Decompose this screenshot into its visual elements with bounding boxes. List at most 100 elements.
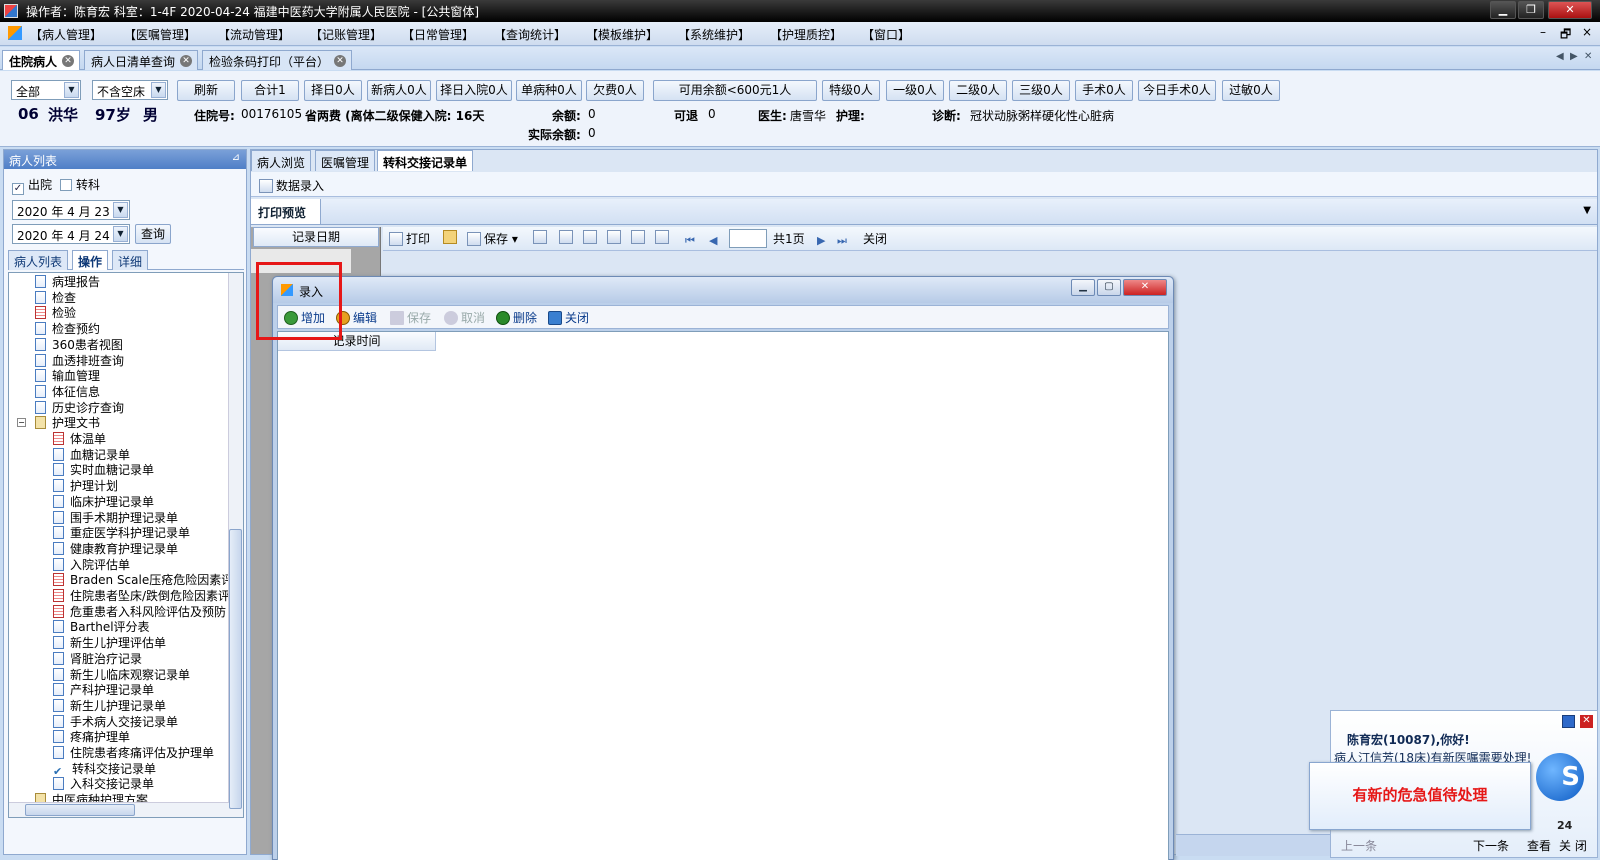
pin-icon[interactable]: ⊿ bbox=[232, 152, 240, 163]
tree-item[interactable]: 360患者视图 bbox=[35, 337, 123, 353]
chevron-down-icon[interactable]: ▼ bbox=[64, 82, 79, 98]
notification-close-icon[interactable]: ✕ bbox=[1580, 715, 1593, 728]
scope-select[interactable]: 全部 ▼ bbox=[11, 80, 81, 100]
notification-minimize-button[interactable] bbox=[1562, 715, 1575, 728]
page-setup-button[interactable] bbox=[655, 230, 672, 244]
mdi-close-button[interactable]: × bbox=[1582, 25, 1592, 39]
tree-item[interactable]: 疼痛护理单 bbox=[53, 730, 130, 745]
tree-item[interactable]: 手术病人交接记录单 bbox=[53, 714, 178, 730]
tab-barcode-print[interactable]: 检验条码打印（平台） ✕ bbox=[202, 50, 353, 70]
close-notification-button[interactable]: 关 闭 bbox=[1559, 837, 1587, 854]
today-surgery-button[interactable]: 今日手术0人 bbox=[1138, 80, 1216, 101]
page-number-input[interactable] bbox=[729, 229, 767, 248]
tree-item[interactable]: 新生儿临床观察记录单 bbox=[53, 667, 190, 683]
menu-billing-management[interactable]: 【记账管理】 bbox=[310, 26, 382, 43]
tree-item[interactable]: 护理计划 bbox=[53, 479, 118, 494]
dialog-close-action[interactable]: 关闭 bbox=[548, 309, 589, 326]
page-layout-button[interactable] bbox=[583, 230, 600, 244]
close-tab-icon[interactable]: ✕ bbox=[180, 55, 193, 67]
surgery-button[interactable]: 手术0人 bbox=[1075, 80, 1133, 101]
close-tab-icon[interactable]: ✕ bbox=[62, 55, 75, 67]
chevron-down-icon[interactable]: ▼ bbox=[113, 226, 128, 242]
tree-item[interactable]: 入院评估单 bbox=[53, 557, 130, 573]
scheduled-discharge-button[interactable]: 择日0人 bbox=[304, 80, 362, 101]
menu-query-statistics[interactable]: 【查询统计】 bbox=[494, 26, 566, 43]
restore-button[interactable]: ❐ bbox=[1518, 1, 1544, 19]
tree-item[interactable]: Braden Scale压疮危险因素评 bbox=[53, 573, 233, 588]
prev-message-button[interactable]: 上一条 bbox=[1341, 837, 1377, 854]
tree-item[interactable]: 体温单 bbox=[53, 432, 106, 447]
refresh-button[interactable]: 刷新 bbox=[177, 80, 235, 101]
tab-operations[interactable]: 操作 bbox=[72, 250, 109, 270]
date-to-picker[interactable]: 2020 年 4 月 24 日 ▼ bbox=[12, 224, 130, 244]
first-page-button[interactable]: ⏮ bbox=[685, 230, 698, 248]
tree-item[interactable]: 产科护理记录单 bbox=[53, 683, 154, 698]
menu-nursing-quality[interactable]: 【护理质控】 bbox=[770, 26, 842, 43]
tree-item[interactable]: 新生儿护理评估单 bbox=[53, 636, 166, 651]
tab-transfer-handover-record[interactable]: 转科交接记录单 bbox=[377, 150, 474, 171]
tree-item[interactable]: 健康教育护理记录单 bbox=[53, 541, 178, 557]
level3-care-button[interactable]: 三级0人 bbox=[1012, 80, 1070, 101]
tree-horizontal-scrollbar[interactable] bbox=[9, 802, 229, 817]
tree-item[interactable]: 病理报告 bbox=[35, 275, 100, 290]
tree-item[interactable]: 体征信息 bbox=[35, 384, 100, 400]
special-care-button[interactable]: 特级0人 bbox=[822, 80, 880, 101]
low-balance-button[interactable]: 可用余额<600元1人 bbox=[653, 80, 817, 101]
allergy-button[interactable]: 过敏0人 bbox=[1222, 80, 1280, 101]
tab-patient-browse[interactable]: 病人浏览 bbox=[251, 150, 312, 171]
next-page-button[interactable]: ▶ bbox=[817, 230, 830, 248]
tree-item[interactable]: 重症医学科护理记录单 bbox=[53, 526, 190, 541]
email-button[interactable] bbox=[533, 230, 550, 244]
tree-item[interactable]: 围手术期护理记录单 bbox=[53, 510, 178, 526]
discharged-checkbox[interactable]: ✓ 出院 bbox=[12, 176, 52, 195]
bed-select[interactable]: 不含空床 ▼ bbox=[92, 80, 168, 100]
arrears-button[interactable]: 欠费0人 bbox=[586, 80, 644, 101]
tab-daily-bill-query[interactable]: 病人日清单查询 ✕ bbox=[84, 50, 199, 70]
chevron-down-icon[interactable]: ▼ bbox=[151, 82, 166, 98]
tab-close-all-icon[interactable]: ✕ bbox=[1584, 51, 1592, 62]
save-button[interactable]: 保存 ▾ bbox=[467, 230, 518, 247]
tree-item[interactable]: 入科交接记录单 bbox=[53, 777, 154, 792]
open-button[interactable] bbox=[443, 230, 460, 244]
tree-item[interactable]: 实时血糖记录单 bbox=[53, 463, 154, 478]
chevron-down-icon[interactable]: ▼ bbox=[113, 202, 128, 218]
tree-item[interactable]: 住院患者疼痛评估及护理单 bbox=[53, 746, 214, 761]
tree-item[interactable]: 肾脏治疗记录 bbox=[53, 651, 142, 667]
tree-item[interactable]: − 护理文书 bbox=[17, 416, 100, 431]
dialog-maximize-button[interactable]: ▢ bbox=[1097, 279, 1121, 296]
minimize-button[interactable]: ▁ bbox=[1490, 1, 1516, 19]
tree-item[interactable]: 临床护理记录单 bbox=[53, 494, 154, 510]
tab-print-preview[interactable]: 打印预览 bbox=[251, 199, 321, 224]
transfer-checkbox[interactable]: 转科 bbox=[60, 176, 100, 193]
cancel-button[interactable]: 取消 bbox=[444, 309, 485, 326]
menu-order-management[interactable]: 【医嘱管理】 bbox=[124, 26, 196, 43]
prev-page-button[interactable]: ◀ bbox=[709, 230, 722, 248]
level2-care-button[interactable]: 二级0人 bbox=[949, 80, 1007, 101]
close-tab-icon[interactable]: ✕ bbox=[334, 55, 347, 67]
scheduled-admission-button[interactable]: 择日入院0人 bbox=[436, 80, 512, 101]
total-button[interactable]: 合计1 bbox=[241, 80, 299, 101]
tree-item[interactable]: 检查 bbox=[35, 290, 76, 306]
next-message-button[interactable]: 下一条 bbox=[1473, 837, 1509, 854]
scrollbar-thumb[interactable] bbox=[25, 804, 135, 816]
menu-patient-management[interactable]: 【病人管理】 bbox=[30, 26, 102, 43]
close-window-button[interactable]: ✕ bbox=[1548, 1, 1592, 19]
scrollbar-thumb[interactable] bbox=[229, 529, 242, 809]
tree-item[interactable]: 新生儿护理记录单 bbox=[53, 698, 166, 714]
tree-item[interactable]: 检查预约 bbox=[35, 322, 100, 337]
tree-item[interactable]: 检验 bbox=[35, 306, 76, 321]
dialog-close-button[interactable]: ✕ bbox=[1123, 279, 1167, 296]
tab-scroll-left-icon[interactable]: ◀ bbox=[1556, 51, 1564, 62]
tab-patient-list[interactable]: 病人列表 bbox=[8, 250, 69, 270]
delete-button[interactable]: 删除 bbox=[496, 309, 537, 326]
dialog-save-button[interactable]: 保存 bbox=[390, 309, 431, 326]
date-from-picker[interactable]: 2020 年 4 月 23 日 ▼ bbox=[12, 200, 130, 220]
critical-value-alert[interactable]: 有新的危急值待处理 bbox=[1309, 762, 1531, 830]
menu-system-maintenance[interactable]: 【系统维护】 bbox=[678, 26, 750, 43]
last-page-button[interactable]: ⏭ bbox=[837, 230, 850, 248]
tree-item[interactable]: 住院患者坠床/跌倒危险因素评 bbox=[53, 589, 230, 604]
mdi-restore-button[interactable]: 🗗 bbox=[1560, 25, 1571, 46]
close-preview-button[interactable]: 关闭 bbox=[863, 230, 887, 247]
find-button[interactable] bbox=[559, 230, 576, 244]
tab-scroll-right-icon[interactable]: ▶ bbox=[1570, 51, 1578, 62]
